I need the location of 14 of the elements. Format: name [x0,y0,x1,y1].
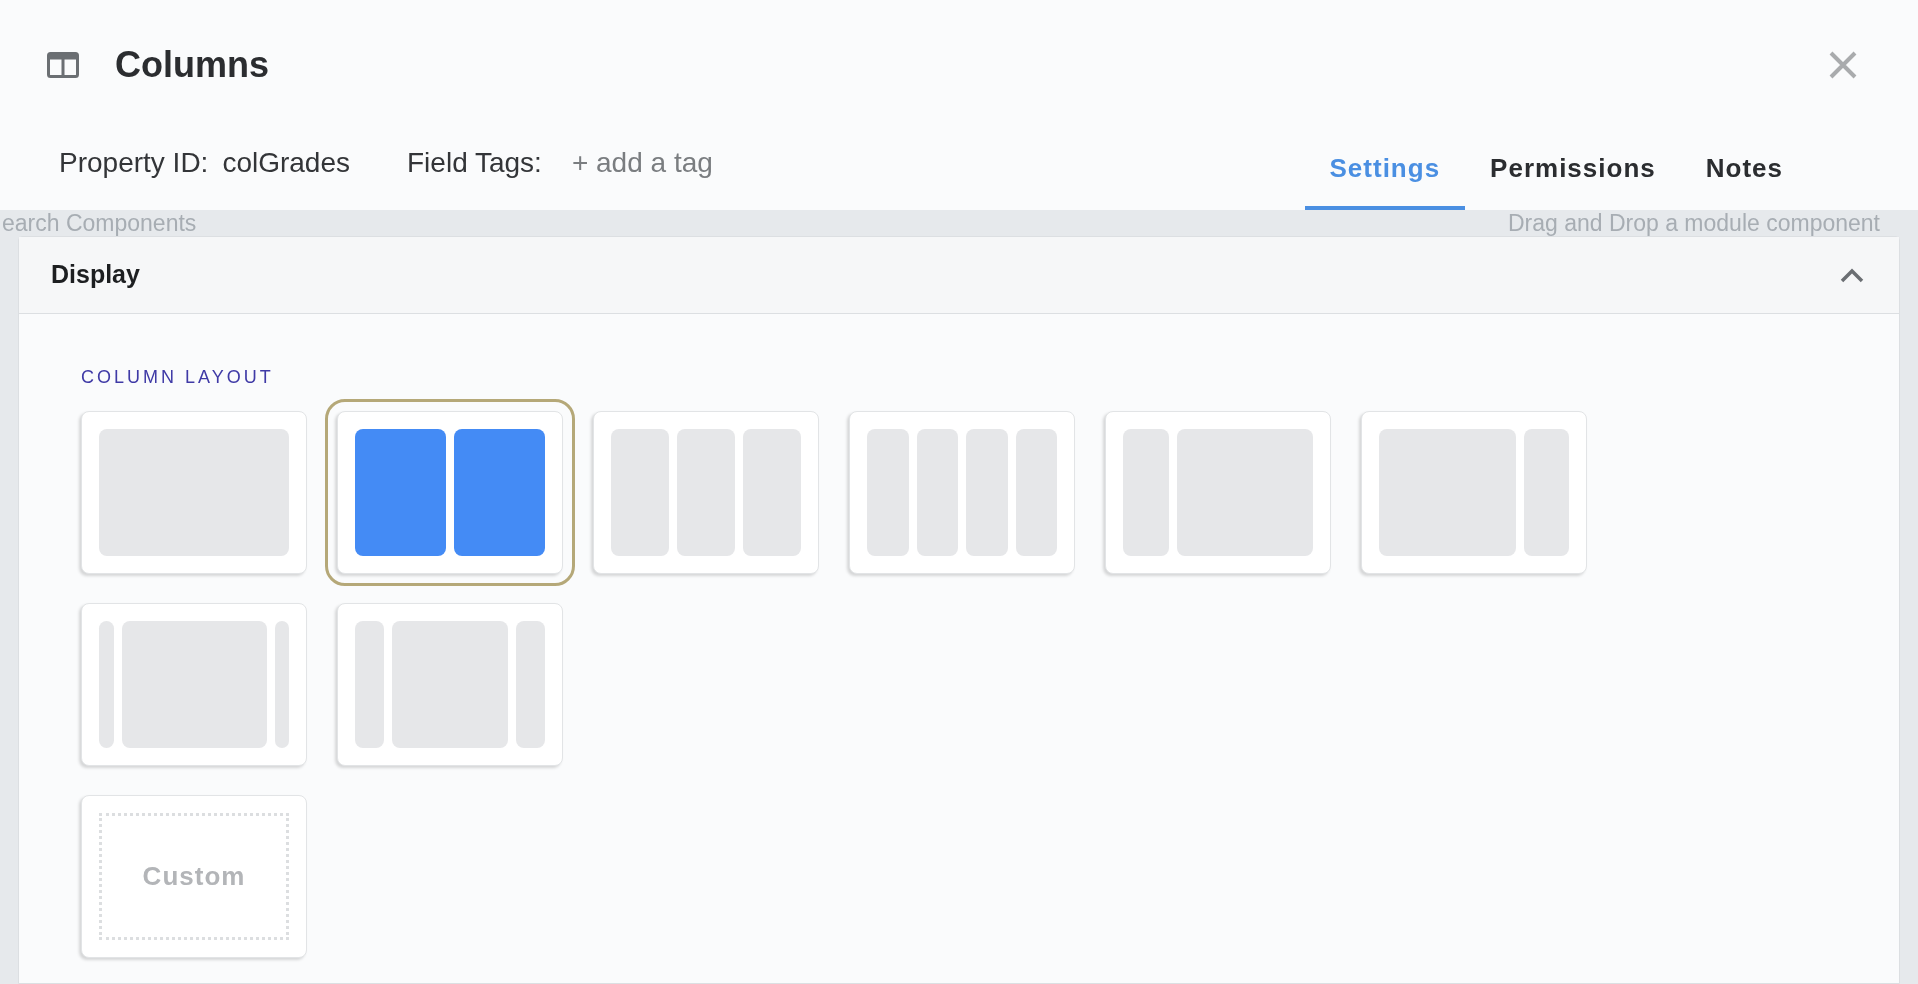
tab[interactable]: Notes [1680,130,1808,210]
dialog-title: Columns [115,43,269,87]
group-label: COLUMN LAYOUT [81,366,275,389]
property-id-value: colGrades [222,146,350,180]
section-title: Display [51,259,140,291]
tab[interactable]: Permissions [1465,130,1681,210]
field-tags-label: Field Tags: [407,146,542,180]
tab[interactable]: Settings [1304,130,1466,210]
layout-option[interactable]: Custom [81,795,307,958]
columns-icon [47,52,79,78]
background-text: Drag and Drop a module component [1507,211,1880,235]
background-text: earch Components [2,211,197,235]
add-tag-link[interactable]: + add a tag [571,142,713,184]
property-id-label: Property ID: [59,146,209,180]
